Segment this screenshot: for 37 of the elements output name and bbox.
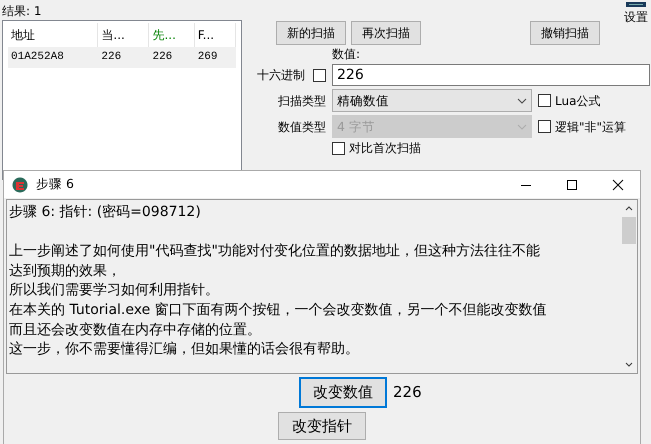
text-line: 上一步阐述了如何使用"代码查找"功能对付变化位置的数据地址，但这种方法往往不能 (9, 242, 541, 262)
compare-first-label: 对比首次扫描 (349, 141, 421, 155)
value-field[interactable]: 226 (332, 64, 650, 86)
scroll-thumb[interactable] (622, 217, 636, 244)
value-text: 226 (393, 382, 423, 403)
text-line: 在本关的 Tutorial.exe 窗口下面有两个按钮，一个会改变数值，另一个不但能改变数值 (9, 300, 548, 320)
checkbox[interactable] (538, 94, 551, 107)
change-pointer-button[interactable]: 改变指针 (278, 412, 366, 440)
text-line: 这一步，你不需要懂得汇编，但如果懂的话会很有帮助。 (9, 340, 360, 360)
close-icon[interactable] (612, 178, 624, 190)
maximize-icon[interactable] (566, 178, 578, 190)
text-line: 所以我们需要学习如何利用指针。 (9, 281, 220, 300)
new-scan-button[interactable]: 新的扫描 (276, 21, 346, 45)
checkbox[interactable] (313, 68, 326, 82)
hex-label: 十六进制 (257, 68, 305, 82)
settings-label[interactable]: 设置 (624, 8, 648, 26)
text-line: 而且还会改变数值在内存中存储的位置。 (9, 320, 262, 340)
scan-type-label: 扫描类型 (277, 94, 326, 108)
value-type-label: 数值类型 (277, 120, 326, 134)
app-icon (12, 176, 28, 192)
caret-icon (517, 98, 527, 104)
settings-icon[interactable] (626, 1, 646, 8)
next-scan-button[interactable]: 再次扫描 (351, 21, 421, 45)
list-row[interactable]: 01A252A8 226 226 269 (8, 47, 236, 68)
change-value-button[interactable]: 改变数值 (299, 377, 387, 408)
checkbox[interactable] (332, 142, 345, 154)
scan-type-dropdown[interactable]: 精确数值 (332, 89, 532, 112)
window-title: 步骤 6 (36, 175, 74, 194)
value-label: 数值: (332, 47, 362, 61)
heading-text: 步骤 6: 指针: (密码=098712) (9, 203, 202, 222)
checkbox[interactable] (538, 120, 551, 133)
option-label: 逻辑"非"运算 (555, 120, 626, 134)
option-label: Lua公式 (555, 94, 600, 108)
undo-scan-button[interactable]: 撤销扫描 (530, 21, 600, 45)
text-line: 达到预期的效果， (9, 262, 122, 281)
caret-icon (517, 124, 527, 130)
results-label: 结果: 1 (2, 3, 42, 20)
